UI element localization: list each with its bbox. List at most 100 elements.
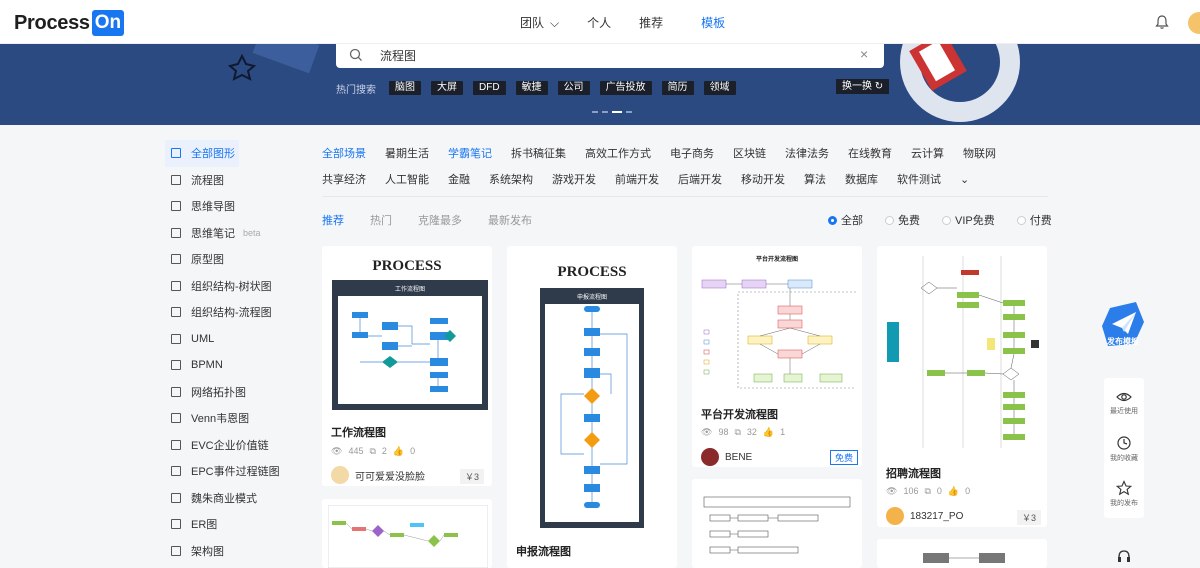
expand-categories-icon[interactable]: ⌄ xyxy=(960,173,969,186)
nav-team[interactable]: 团队 ⌵ xyxy=(520,14,559,31)
sidebar-item-label: 原型图 xyxy=(191,254,224,267)
customer-service-icon[interactable] xyxy=(1116,548,1132,564)
template-card[interactable]: PROCESS 工作流程图 工作流程图 👁 445 ⧉ 2 👍 0 可可爱爱没脸… xyxy=(322,246,492,486)
user-avatar[interactable] xyxy=(1188,12,1200,34)
my-favorites-button[interactable]: 我的收藏 xyxy=(1104,435,1144,463)
category-item[interactable]: 拆书稿征集 xyxy=(511,145,566,161)
template-card[interactable] xyxy=(692,479,862,568)
my-published-button[interactable]: 我的发布 xyxy=(1104,480,1144,508)
template-card[interactable]: PROCESS 申报流程图 申报流程图 xyxy=(507,246,677,568)
category-item[interactable]: 人工智能 xyxy=(385,171,429,187)
template-title[interactable]: 申报流程图 xyxy=(516,543,571,559)
template-card[interactable] xyxy=(877,539,1047,568)
sidebar-item-label: 组织结构-流程图 xyxy=(191,307,272,320)
nav-personal[interactable]: 个人 xyxy=(587,14,611,31)
sidebar-item-network[interactable]: 网络拓扑图 xyxy=(165,379,285,406)
tab-recommend[interactable]: 推荐 xyxy=(322,212,344,228)
sidebar-item-er[interactable]: ER图 xyxy=(165,511,285,538)
sidebar-item-flowchart[interactable]: 流程图 xyxy=(165,167,285,194)
sidebar-item-epc[interactable]: EPC事件过程链图 xyxy=(165,458,285,485)
flowchart-preview xyxy=(701,279,856,389)
sidebar-item-org-tree[interactable]: 组织结构-树状图 xyxy=(165,273,285,300)
hot-tag[interactable]: 敏捷 xyxy=(515,81,548,95)
filter-all[interactable]: 全部 xyxy=(828,212,863,228)
filter-paid[interactable]: 付费 xyxy=(1016,212,1052,228)
sidebar-item-bpmn[interactable]: BPMN xyxy=(165,352,285,379)
mindmap-icon xyxy=(171,201,181,212)
category-item[interactable]: 共享经济 xyxy=(322,171,366,187)
template-stats: 👁 106 ⧉ 0 👍 0 xyxy=(886,486,970,497)
sidebar-item-label: EPC事件过程链图 xyxy=(191,466,280,479)
avatar xyxy=(331,466,349,484)
category-item[interactable]: 移动开发 xyxy=(741,171,785,187)
template-thumbnail xyxy=(703,496,851,554)
refresh-hot-button[interactable]: 换一换 ↻ xyxy=(836,79,890,94)
sidebar-item-evc[interactable]: EVC企业价值链 xyxy=(165,432,285,459)
template-author[interactable]: BENE xyxy=(701,448,752,466)
category-item[interactable]: 在线教育 xyxy=(848,145,892,161)
sidebar-item-mindmap[interactable]: 思维导图 xyxy=(165,193,285,220)
recent-used-button[interactable]: 最近使用 xyxy=(1104,390,1144,416)
tab-latest[interactable]: 最新发布 xyxy=(488,212,532,228)
category-item[interactable]: 后端开发 xyxy=(678,171,722,187)
template-title[interactable]: 平台开发流程图 xyxy=(701,406,778,422)
publish-template-button[interactable]: 发布模板 xyxy=(1098,298,1148,350)
search-input[interactable] xyxy=(380,45,840,65)
carousel-dots[interactable] xyxy=(592,111,632,113)
sidebar-item-label: ER图 xyxy=(191,519,218,532)
filter-vip-free[interactable]: VIP免费 xyxy=(942,212,995,228)
hot-tag[interactable]: 领域 xyxy=(703,81,736,95)
price-badge: ￥3 xyxy=(460,469,485,484)
category-item[interactable]: 暑期生活 xyxy=(385,145,429,161)
nav-recommend[interactable]: 推荐 xyxy=(639,14,663,31)
thumbnail-title: PROCESS xyxy=(372,258,442,274)
template-author[interactable]: 可可爱爱没脸脸 xyxy=(331,466,425,484)
template-title[interactable]: 工作流程图 xyxy=(331,424,386,440)
category-item[interactable]: 区块链 xyxy=(733,145,766,161)
category-item[interactable]: 高效工作方式 xyxy=(585,145,651,161)
category-item[interactable]: 前端开发 xyxy=(615,171,659,187)
sidebar-item-org-flow[interactable]: 组织结构-流程图 xyxy=(165,299,285,326)
sidebar-item-business-model[interactable]: 魏朱商业模式 xyxy=(165,485,285,512)
category-item[interactable]: 电子商务 xyxy=(670,145,714,161)
nav-templates[interactable]: 模板 xyxy=(701,14,725,31)
template-card[interactable]: 平台开发流程图 平台开发流程图 👁 98 ⧉ 32 👍 1 BENE 免费 xyxy=(692,246,862,467)
hot-tag[interactable]: 简历 xyxy=(661,81,694,95)
category-item[interactable]: 数据库 xyxy=(845,171,878,187)
template-card[interactable] xyxy=(322,499,492,568)
bpmn-icon xyxy=(171,360,181,371)
avatar xyxy=(701,448,719,466)
sidebar-item-uml[interactable]: UML xyxy=(165,326,285,353)
hot-tag[interactable]: 脑图 xyxy=(389,81,421,95)
category-item[interactable]: 全部场景 xyxy=(322,145,366,161)
hot-tag[interactable]: 广告投放 xyxy=(599,81,652,95)
sidebar-item-venn[interactable]: Venn韦恩图 xyxy=(165,405,285,432)
template-author[interactable]: 183217_PO xyxy=(886,507,963,525)
hot-tag[interactable]: 大屏 xyxy=(431,81,463,95)
bell-icon[interactable] xyxy=(1154,14,1170,30)
filter-free[interactable]: 免费 xyxy=(885,212,920,228)
processon-logo[interactable]: Process On xyxy=(14,10,125,36)
sidebar-item-label: BPMN xyxy=(191,359,223,372)
category-item[interactable]: 法律法务 xyxy=(785,145,829,161)
avatar xyxy=(886,507,904,525)
hot-tag[interactable]: DFD xyxy=(473,81,506,95)
sidebar-item-all[interactable]: 全部图形 xyxy=(165,140,239,167)
category-item[interactable]: 软件测试 xyxy=(897,171,941,187)
category-item[interactable]: 金融 xyxy=(448,171,470,187)
hot-tag[interactable]: 公司 xyxy=(557,81,590,95)
category-item[interactable]: 游戏开发 xyxy=(552,171,596,187)
template-card[interactable]: 招聘流程图 👁 106 ⧉ 0 👍 0 183217_PO ￥3 xyxy=(877,246,1047,527)
sidebar-item-prototype[interactable]: 原型图 xyxy=(165,246,285,273)
category-item[interactable]: 物联网 xyxy=(963,145,996,161)
tab-hot[interactable]: 热门 xyxy=(370,212,392,228)
category-item[interactable]: 云计算 xyxy=(911,145,944,161)
category-item[interactable]: 系统架构 xyxy=(489,171,533,187)
category-item[interactable]: 学霸笔记 xyxy=(448,145,492,161)
sidebar-item-mindnote[interactable]: 思维笔记 beta xyxy=(165,220,285,247)
clear-icon[interactable]: × xyxy=(860,46,868,62)
tab-most-cloned[interactable]: 克隆最多 xyxy=(418,212,462,228)
template-title[interactable]: 招聘流程图 xyxy=(886,465,941,481)
sidebar-item-architecture[interactable]: 架构图 xyxy=(165,538,285,565)
category-item[interactable]: 算法 xyxy=(804,171,826,187)
